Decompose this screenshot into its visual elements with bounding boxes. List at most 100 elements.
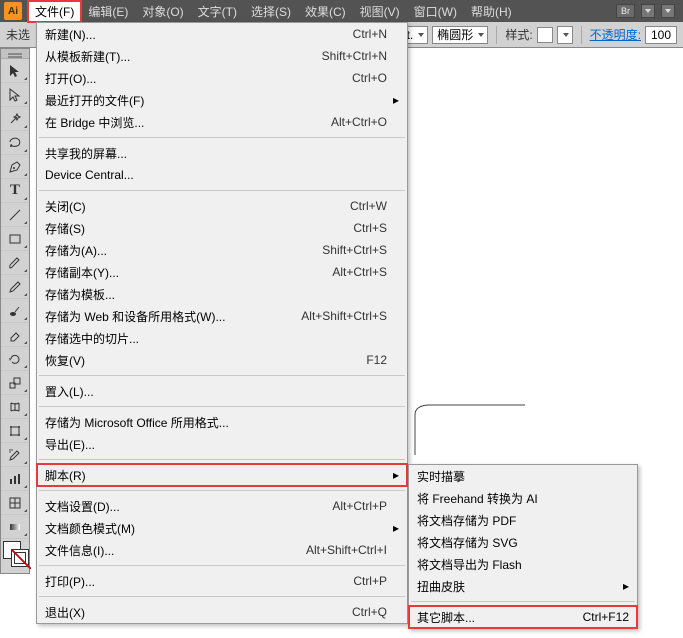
menu-item-label: 脚本(R) (45, 467, 387, 484)
pen-tool[interactable] (1, 155, 29, 179)
direct-selection-tool[interactable] (1, 83, 29, 107)
menu-item-label: 存储(S) (45, 220, 353, 237)
file-menu-item[interactable]: 存储为(A)...Shift+Ctrl+S (37, 239, 407, 261)
menu-item-label: 恢复(V) (45, 352, 366, 369)
gradient-tool[interactable] (1, 515, 29, 539)
color-swatches[interactable] (1, 539, 29, 573)
opacity-label[interactable]: 不透明度: (590, 26, 641, 43)
file-menu-item[interactable]: 文档颜色模式(M)▸ (37, 517, 407, 539)
file-menu-item[interactable]: 打印(P)...Ctrl+P (37, 570, 407, 592)
file-menu-item[interactable]: 文档设置(D)...Alt+Ctrl+P (37, 495, 407, 517)
menu-item-label: Device Central... (45, 168, 387, 182)
script-submenu-item[interactable]: 将文档存储为 PDF (409, 509, 637, 531)
script-submenu-item[interactable]: 实时描摹 (409, 465, 637, 487)
app-icon: Ai (4, 2, 22, 20)
file-menu-item[interactable]: 在 Bridge 中浏览...Alt+Ctrl+O (37, 111, 407, 133)
file-menu-item[interactable]: 存储副本(Y)...Alt+Ctrl+S (37, 261, 407, 283)
menu-item-shortcut: F12 (366, 353, 387, 367)
menu-file[interactable]: 文件(F) (28, 1, 81, 22)
canvas-artwork (410, 400, 530, 460)
separator (581, 26, 582, 44)
file-menu-item[interactable]: 存储选中的切片... (37, 327, 407, 349)
script-submenu-item[interactable]: 将 Freehand 转换为 AI (409, 487, 637, 509)
opacity-value[interactable]: 100 (645, 26, 677, 44)
file-menu-item[interactable]: 打开(O)...Ctrl+O (37, 67, 407, 89)
mesh-tool[interactable] (1, 491, 29, 515)
menu-edit[interactable]: 编辑(E) (81, 1, 135, 22)
style-swatch[interactable] (537, 27, 553, 43)
menu-divider (411, 601, 635, 602)
toolbox-grip[interactable] (1, 49, 29, 59)
style-dropdown[interactable] (557, 26, 573, 44)
script-submenu: 实时描摹将 Freehand 转换为 AI将文档存储为 PDF 将文档存储为 SV… (408, 464, 638, 629)
file-menu-item[interactable]: 从模板新建(T)...Shift+Ctrl+N (37, 45, 407, 67)
paintbrush-tool[interactable] (1, 251, 29, 275)
file-menu-item[interactable]: 退出(X)Ctrl+Q (37, 601, 407, 623)
file-menu-item[interactable]: 脚本(R) ▸ (37, 464, 407, 486)
workspace-dropdown-icon[interactable] (661, 4, 675, 18)
graph-tool[interactable] (1, 467, 29, 491)
menu-type[interactable]: 文字(T) (191, 1, 244, 22)
submenu-arrow-icon: ▸ (393, 93, 399, 107)
lasso-tool[interactable] (1, 131, 29, 155)
file-menu-item[interactable]: 导出(E)... (37, 433, 407, 455)
menu-view[interactable]: 视图(V) (353, 1, 407, 22)
app-topbar: Ai 文件(F) 编辑(E) 对象(O) 文字(T) 选择(S) 效果(C) 视… (0, 0, 683, 22)
menu-item-label: 将文档存储为 SVG (417, 534, 629, 551)
selection-tool[interactable] (1, 59, 29, 83)
menu-item-label: 存储副本(Y)... (45, 264, 332, 281)
pencil-tool[interactable] (1, 275, 29, 299)
stroke-swatch[interactable] (11, 549, 29, 567)
file-menu-item[interactable]: 关闭(C)Ctrl+W (37, 195, 407, 217)
menu-item-label: 打印(P)... (45, 573, 353, 590)
scale-tool[interactable] (1, 371, 29, 395)
menu-divider (39, 190, 405, 191)
file-menu-item[interactable]: Device Central... (37, 164, 407, 186)
symbol-sprayer-tool[interactable] (1, 443, 29, 467)
file-menu-item[interactable]: 新建(N)...Ctrl+N (37, 23, 407, 45)
menu-item-label: 在 Bridge 中浏览... (45, 114, 331, 131)
file-menu-dropdown: 新建(N)...Ctrl+N从模板新建(T)...Shift+Ctrl+N打开(… (36, 22, 408, 624)
file-menu-item[interactable]: 共享我的屏幕... (37, 142, 407, 164)
file-menu-item[interactable]: 置入(L)... (37, 380, 407, 402)
line-tool[interactable] (1, 203, 29, 227)
menu-item-shortcut: Shift+Ctrl+S (322, 243, 387, 257)
menu-divider (39, 565, 405, 566)
rectangle-tool[interactable] (1, 227, 29, 251)
menu-window[interactable]: 窗口(W) (407, 1, 464, 22)
layout-dropdown-icon[interactable] (641, 4, 655, 18)
file-menu-item[interactable]: 存储为模板... (37, 283, 407, 305)
type-tool[interactable]: T (1, 179, 29, 203)
menu-item-shortcut: Shift+Ctrl+N (322, 49, 387, 63)
stroke-shape-dropdown[interactable]: 椭圆形 (432, 26, 488, 44)
style-label: 样式: (505, 26, 532, 43)
menu-item-shortcut: Alt+Ctrl+O (331, 115, 387, 129)
file-menu-item[interactable]: 恢复(V)F12 (37, 349, 407, 371)
menu-item-label: 扭曲皮肤 (417, 578, 623, 595)
file-menu-item[interactable]: 存储(S)Ctrl+S (37, 217, 407, 239)
menu-effect[interactable]: 效果(C) (298, 1, 353, 22)
script-submenu-item[interactable]: 将文档存储为 SVG (409, 531, 637, 553)
file-menu-item[interactable]: 存储为 Microsoft Office 所用格式... (37, 411, 407, 433)
rotate-tool[interactable] (1, 347, 29, 371)
script-submenu-item[interactable]: 扭曲皮肤▸ (409, 575, 637, 597)
bridge-chip[interactable]: Br (616, 4, 635, 18)
menu-help[interactable]: 帮助(H) (464, 1, 519, 22)
menu-item-label: 置入(L)... (45, 383, 387, 400)
file-menu-item[interactable]: 文件信息(I)...Alt+Shift+Ctrl+I (37, 539, 407, 561)
file-menu-item[interactable]: 最近打开的文件(F) ▸ (37, 89, 407, 111)
file-menu-item[interactable]: 存储为 Web 和设备所用格式(W)...Alt+Shift+Ctrl+S (37, 305, 407, 327)
menu-select[interactable]: 选择(S) (244, 1, 298, 22)
eraser-tool[interactable] (1, 323, 29, 347)
menu-divider (39, 596, 405, 597)
script-submenu-item[interactable]: 将文档导出为 Flash (409, 553, 637, 575)
magic-wand-tool[interactable] (1, 107, 29, 131)
warp-tool[interactable] (1, 395, 29, 419)
free-transform-tool[interactable] (1, 419, 29, 443)
menu-item-label: 最近打开的文件(F) (45, 92, 387, 109)
submenu-arrow-icon: ▸ (393, 468, 399, 482)
script-submenu-item[interactable]: 其它脚本...Ctrl+F12 (409, 606, 637, 628)
menu-item-shortcut: Ctrl+F12 (583, 610, 629, 624)
blob-brush-tool[interactable] (1, 299, 29, 323)
menu-object[interactable]: 对象(O) (135, 1, 190, 22)
